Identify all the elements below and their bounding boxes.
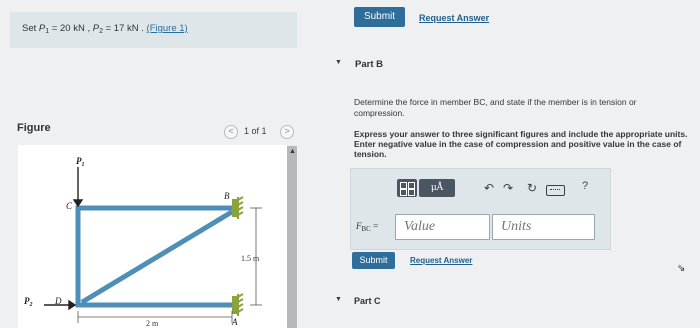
part-b-title[interactable]: Part B (355, 59, 383, 70)
submit-button-top[interactable]: Submit (354, 7, 405, 27)
request-answer-link-top[interactable]: Request Answer (419, 13, 489, 23)
units-symbols-button[interactable]: μÅ (419, 179, 455, 197)
submit-button[interactable]: Submit (352, 252, 395, 269)
label-b: B (224, 191, 230, 201)
template-cell (408, 189, 415, 196)
answer-label-subscript: BC (361, 225, 371, 233)
dimension-height-label: 1.5 m (241, 254, 260, 263)
part-b-collapse-icon[interactable]: ▼ (335, 59, 342, 66)
template-cell (400, 189, 407, 196)
redo-icon[interactable]: ↷ (503, 181, 513, 195)
label-d: D (54, 296, 62, 306)
part-b-question: Determine the force in member BC, and st… (354, 97, 637, 118)
answer-label-equals: = (370, 221, 379, 231)
label-a: A (231, 317, 238, 327)
p1-value: = 20 kN , (49, 23, 93, 34)
previous-figure-button[interactable]: < (224, 125, 238, 139)
next-figure-button[interactable]: > (280, 125, 294, 139)
value-input[interactable]: Value (395, 214, 490, 240)
templates-button[interactable] (397, 179, 417, 197)
label-c: C (66, 201, 73, 211)
request-answer-link[interactable]: Request Answer (410, 256, 472, 265)
part-c-collapse-icon[interactable]: ▼ (335, 296, 342, 303)
units-input[interactable]: Units (492, 214, 595, 240)
figure-title: Figure (17, 122, 51, 134)
problem-statement: Set P1 = 20 kN , P2 = 17 kN . (Figure 1) (22, 23, 188, 35)
p2-value: = 17 kN . (102, 23, 147, 34)
undo-icon[interactable]: ↶ (484, 181, 494, 195)
part-b-instructions: Express your answer to three significant… (354, 129, 688, 159)
problem-prefix: Set (22, 23, 39, 34)
template-cell (400, 182, 407, 189)
figure-scrollbar[interactable] (287, 146, 297, 328)
figure-pager-text: 1 of 1 (244, 126, 267, 136)
template-cell (408, 182, 415, 189)
dimension-width-label: 2 m (146, 319, 159, 328)
keyboard-icon[interactable] (546, 185, 565, 196)
scroll-up-icon[interactable]: ▲ (289, 148, 296, 155)
part-c-title[interactable]: Part C (354, 296, 381, 306)
answer-label: FBC = (356, 221, 378, 233)
mouse-cursor-icon: ⇘ (677, 263, 686, 274)
truss-figure: P1 C B P2 D A 1.5 m 2 m (18, 145, 287, 328)
reset-icon[interactable]: ↻ (527, 181, 537, 195)
figure-link[interactable]: (Figure 1) (147, 23, 188, 34)
help-icon[interactable]: ? (582, 180, 588, 192)
